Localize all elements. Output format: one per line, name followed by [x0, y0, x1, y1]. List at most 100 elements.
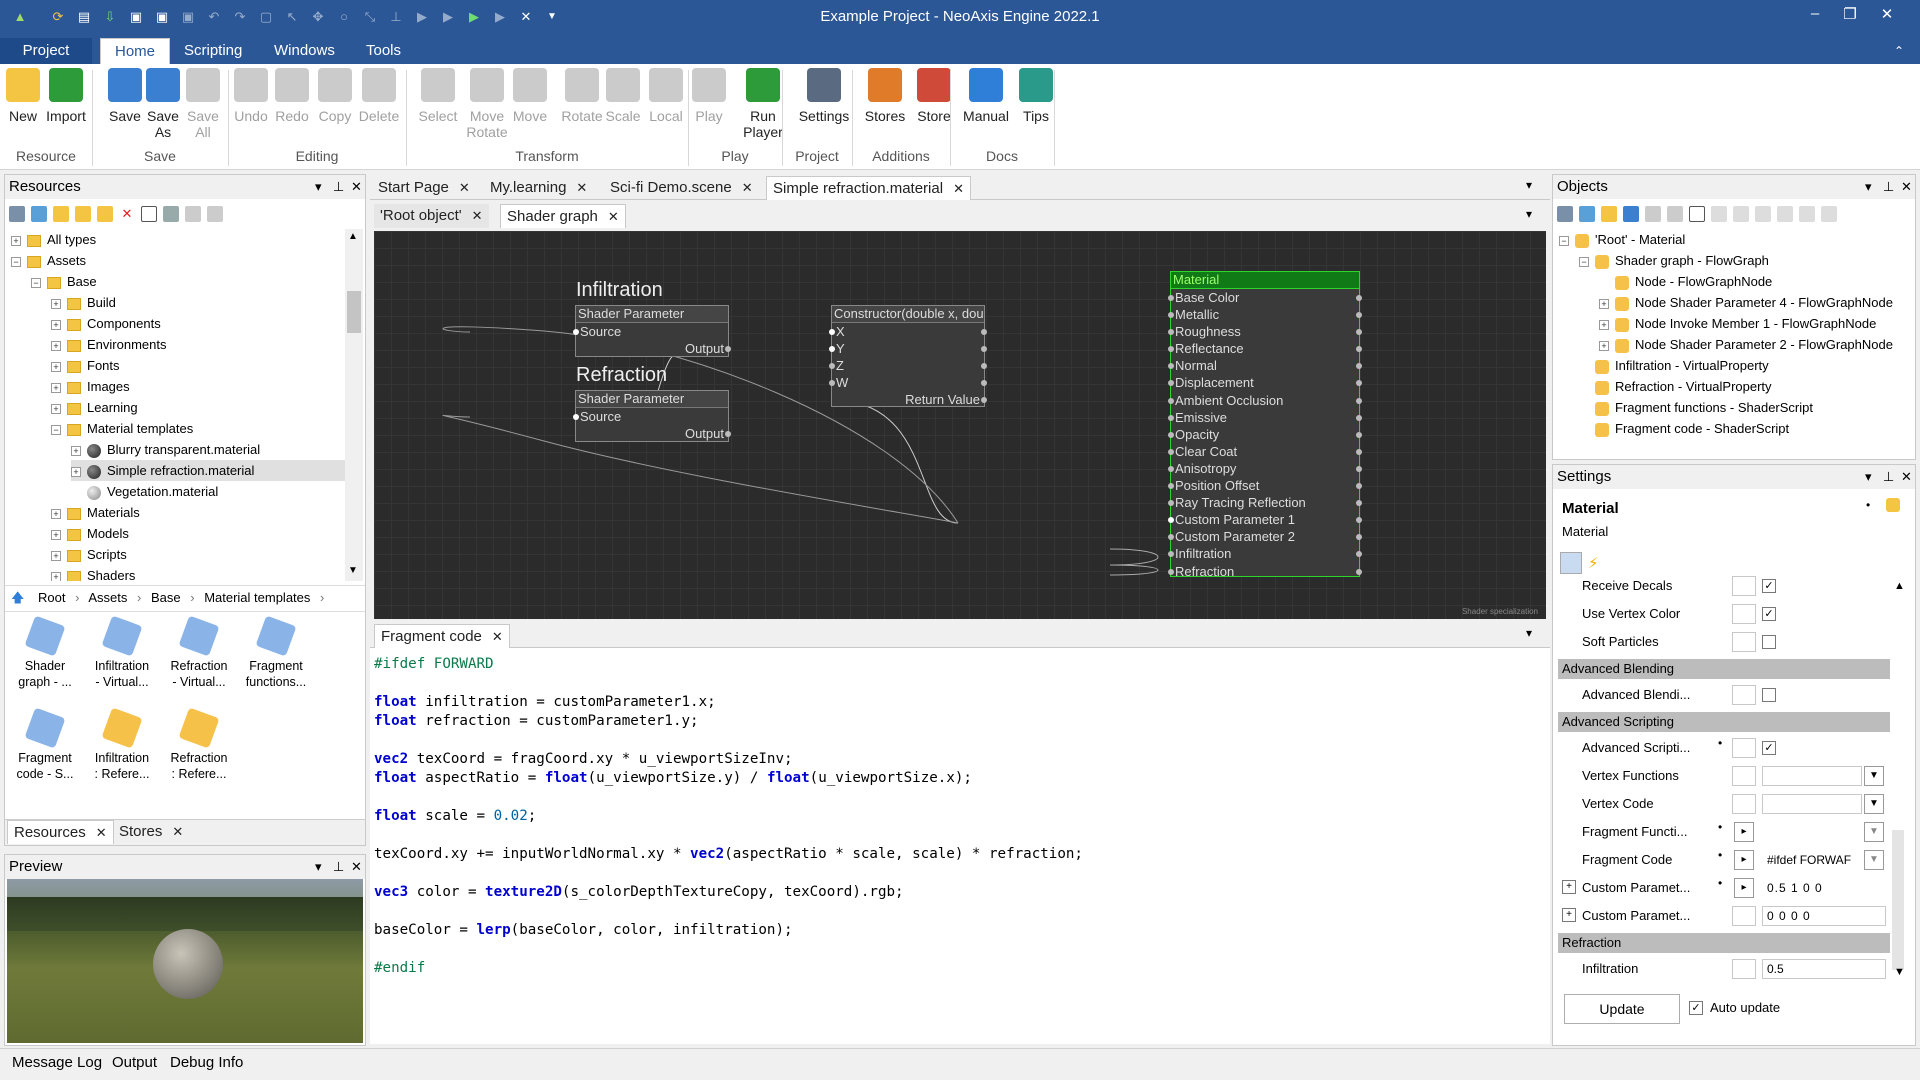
ribbon-button-save[interactable]: Save [108, 68, 142, 124]
ribbon-button-save-all[interactable]: Save All [186, 68, 220, 140]
paste-icon[interactable] [207, 206, 223, 222]
resource-item[interactable]: Shader graph - ... [9, 615, 81, 690]
output-pin[interactable] [1356, 465, 1362, 472]
ribbon-button-delete[interactable]: Delete [356, 68, 402, 124]
expand-toggle-icon[interactable]: + [1599, 298, 1609, 309]
tab-output[interactable]: Output [112, 1054, 157, 1071]
breadcrumb-base[interactable]: Base [151, 590, 181, 605]
object-tree-item[interactable]: Fragment functions - ShaderScript [1579, 397, 1813, 418]
move-up-icon[interactable] [1733, 206, 1749, 222]
prop-receive-decals-reset[interactable] [1732, 576, 1756, 596]
tab-stores[interactable]: Stores ✕ [113, 820, 189, 844]
ribbon-button-settings[interactable]: Settings [796, 68, 852, 124]
input-pin[interactable] [1168, 431, 1174, 438]
object-tree-item[interactable]: Node - FlowGraphNode [1599, 271, 1772, 292]
pin-icon[interactable]: ⊥ [1883, 175, 1894, 199]
input-pin[interactable] [1168, 397, 1174, 404]
prop-use-vertex-color-reset[interactable] [1732, 604, 1756, 624]
output-pin[interactable] [725, 431, 731, 437]
panel-menu-icon[interactable]: ▾ [1865, 175, 1872, 199]
tree-item[interactable]: + Components [51, 313, 345, 334]
expand-toggle-icon[interactable]: + [1599, 319, 1609, 330]
output-pin[interactable] [981, 397, 987, 403]
soft-particles-checkbox[interactable] [1762, 635, 1776, 649]
cut-icon[interactable] [1777, 206, 1793, 222]
close-icon[interactable]: ✕ [576, 180, 587, 195]
input-pin[interactable] [1168, 483, 1174, 490]
expand-toggle-icon[interactable]: + [51, 403, 61, 414]
prop-soft-particles-reset[interactable] [1732, 632, 1756, 652]
close-icon[interactable]: ✕ [1901, 175, 1912, 199]
rename-icon[interactable] [141, 206, 157, 222]
minimize-icon[interactable]: – [1800, 5, 1830, 22]
move-down-icon[interactable] [1755, 206, 1771, 222]
expand-custom-param-1-icon[interactable]: + [1562, 880, 1576, 894]
properties-tab-icon[interactable] [1560, 552, 1582, 574]
tree-item[interactable]: + Environments [51, 334, 345, 355]
output-pin[interactable] [1356, 568, 1362, 575]
object-tree-item[interactable]: + Node Invoke Member 1 - FlowGraphNode [1599, 313, 1876, 334]
output-pin[interactable] [725, 346, 731, 352]
new-object-icon[interactable] [1601, 206, 1617, 222]
ribbon-button-stores[interactable]: Stores [862, 68, 908, 124]
infiltration-shader-parameter-node[interactable]: Shader Parameter Source Output [573, 305, 731, 357]
settings-icon[interactable] [9, 206, 25, 222]
expand-toggle-icon[interactable]: + [71, 466, 81, 477]
ribbon-button-save-as[interactable]: Save As [146, 68, 180, 140]
panel-menu-icon[interactable]: ▾ [1865, 465, 1872, 489]
delete-icon[interactable] [1667, 206, 1683, 222]
tree-item[interactable]: + Images [51, 376, 345, 397]
prop-custom-parameter-2-reset[interactable] [1732, 906, 1756, 926]
tree-item[interactable]: − Assets [11, 250, 345, 271]
tab-tools[interactable]: Tools [352, 38, 415, 64]
doc-tab-scifi-demo[interactable]: Sci-fi Demo.scene ✕ [604, 176, 759, 200]
receive-decals-checkbox[interactable]: ✓ [1762, 579, 1776, 593]
preview-viewport[interactable] [7, 879, 363, 1043]
new-resource-icon[interactable] [53, 206, 69, 222]
ribbon-button-scale[interactable]: Scale [604, 68, 642, 124]
tree-item[interactable]: + Learning [51, 397, 345, 418]
expand-toggle-icon[interactable]: + [51, 550, 61, 561]
input-pin[interactable] [1168, 551, 1174, 558]
ribbon-button-rotate[interactable]: Rotate [558, 68, 606, 124]
close-icon[interactable]: ✕ [742, 180, 753, 195]
scroll-up-icon[interactable]: ▲ [1894, 580, 1905, 592]
ribbon-button-select[interactable]: Select [416, 68, 460, 124]
expand-toggle-icon[interactable]: + [1599, 340, 1609, 351]
resource-item[interactable]: Infiltration: Refere... [86, 707, 158, 782]
doc-tab-simple-refraction[interactable]: Simple refraction.material ✕ [766, 176, 971, 200]
filter-icon[interactable] [1579, 206, 1595, 222]
collapse-ribbon-icon[interactable]: ⌃ [1880, 38, 1918, 64]
tab-message-log[interactable]: Message Log [12, 1054, 102, 1071]
tab-project[interactable]: Project [0, 38, 92, 64]
tree-item[interactable]: − Base [31, 271, 345, 292]
ribbon-button-copy[interactable]: Copy [316, 68, 354, 124]
tree-item[interactable]: + Blurry transparent.material [71, 439, 345, 460]
ribbon-button-move[interactable]: Move [510, 68, 550, 124]
tree-item[interactable]: − Material templates [51, 418, 345, 439]
chevron-down-icon[interactable]: ▼ [1864, 794, 1884, 814]
input-pin[interactable] [1168, 295, 1174, 301]
cut-icon[interactable] [163, 206, 179, 222]
object-tree-item[interactable]: − Shader graph - FlowGraph [1579, 250, 1769, 271]
pin-icon[interactable]: ⊥ [1883, 465, 1894, 489]
input-pin[interactable] [1168, 312, 1174, 319]
tree-item[interactable]: + Simple refraction.material [71, 460, 345, 481]
expand-toggle-icon[interactable]: − [1559, 235, 1569, 246]
ribbon-button-undo[interactable]: Undo [232, 68, 270, 124]
advanced-scripting-checkbox[interactable]: ✓ [1762, 741, 1776, 755]
rename-icon[interactable] [1689, 206, 1705, 222]
input-pin[interactable] [1168, 465, 1174, 472]
custom-parameter-2-field[interactable]: 0 0 0 0 [1762, 906, 1886, 926]
advanced-blending-checkbox[interactable] [1762, 688, 1776, 702]
tab-fragment-code[interactable]: Fragment code ✕ [374, 624, 510, 648]
output-pin[interactable] [1356, 483, 1362, 490]
output-pin[interactable] [1356, 295, 1362, 301]
refraction-shader-parameter-node[interactable]: Shader Parameter Source Output [573, 390, 731, 442]
expand-toggle-icon[interactable]: + [51, 319, 61, 330]
expand-toggle-icon[interactable]: + [51, 508, 61, 519]
paste-icon[interactable] [1821, 206, 1837, 222]
close-icon[interactable]: ✕ [459, 180, 470, 195]
input-pin[interactable] [1168, 414, 1174, 421]
tab-debug-info[interactable]: Debug Info [170, 1054, 243, 1071]
